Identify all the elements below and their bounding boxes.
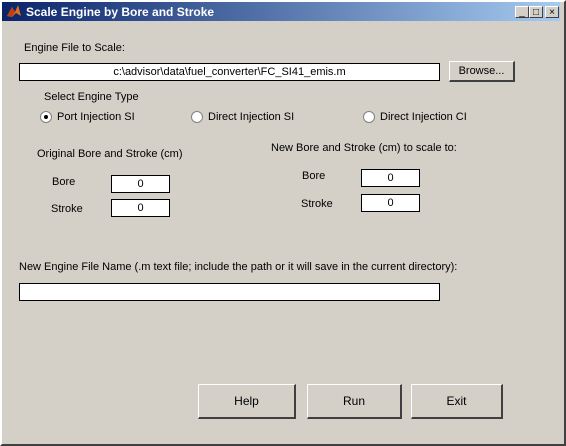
exit-button[interactable]: Exit [411,384,503,419]
original-stroke-label: Stroke [51,203,83,215]
maximize-button[interactable]: □ [529,6,543,18]
original-stroke-input[interactable]: 0 [111,199,170,217]
new-file-name-label: New Engine File Name (.m text file; incl… [19,261,458,273]
original-bore-label: Bore [52,176,76,188]
minimize-button[interactable]: _ [515,6,529,18]
engine-type-label: Select Engine Type [44,91,139,103]
radio-label-direct-injection-ci: Direct Injection CI [380,111,467,123]
browse-button[interactable]: Browse... [449,61,515,82]
new-file-name-input[interactable] [19,283,440,301]
matlab-logo-icon [7,5,21,17]
radio-direct-injection-ci[interactable] [363,111,375,123]
title-bar[interactable]: Scale Engine by Bore and Stroke _ □ × [2,2,560,21]
new-bore-stroke-heading: New Bore and Stroke (cm) to scale to: [271,142,457,154]
help-button[interactable]: Help [198,384,296,419]
new-bore-input[interactable]: 0 [361,169,420,187]
radio-label-port-injection-si: Port Injection SI [57,111,135,123]
original-bore-stroke-heading: Original Bore and Stroke (cm) [37,148,183,160]
run-button[interactable]: Run [307,384,402,419]
new-stroke-label: Stroke [301,198,333,210]
engine-file-label: Engine File to Scale: [24,42,125,54]
original-bore-input[interactable]: 0 [111,175,170,193]
new-stroke-input[interactable]: 0 [361,194,420,212]
radio-label-direct-injection-si: Direct Injection SI [208,111,295,123]
radio-port-injection-si[interactable] [40,111,52,123]
new-bore-label: Bore [302,170,326,182]
radio-selected-dot [44,115,48,119]
engine-file-field[interactable]: c:\advisor\data\fuel_converter\FC_SI41_e… [19,63,440,81]
radio-direct-injection-si[interactable] [191,111,203,123]
close-button[interactable]: × [545,6,559,18]
window-title: Scale Engine by Bore and Stroke [26,5,215,19]
